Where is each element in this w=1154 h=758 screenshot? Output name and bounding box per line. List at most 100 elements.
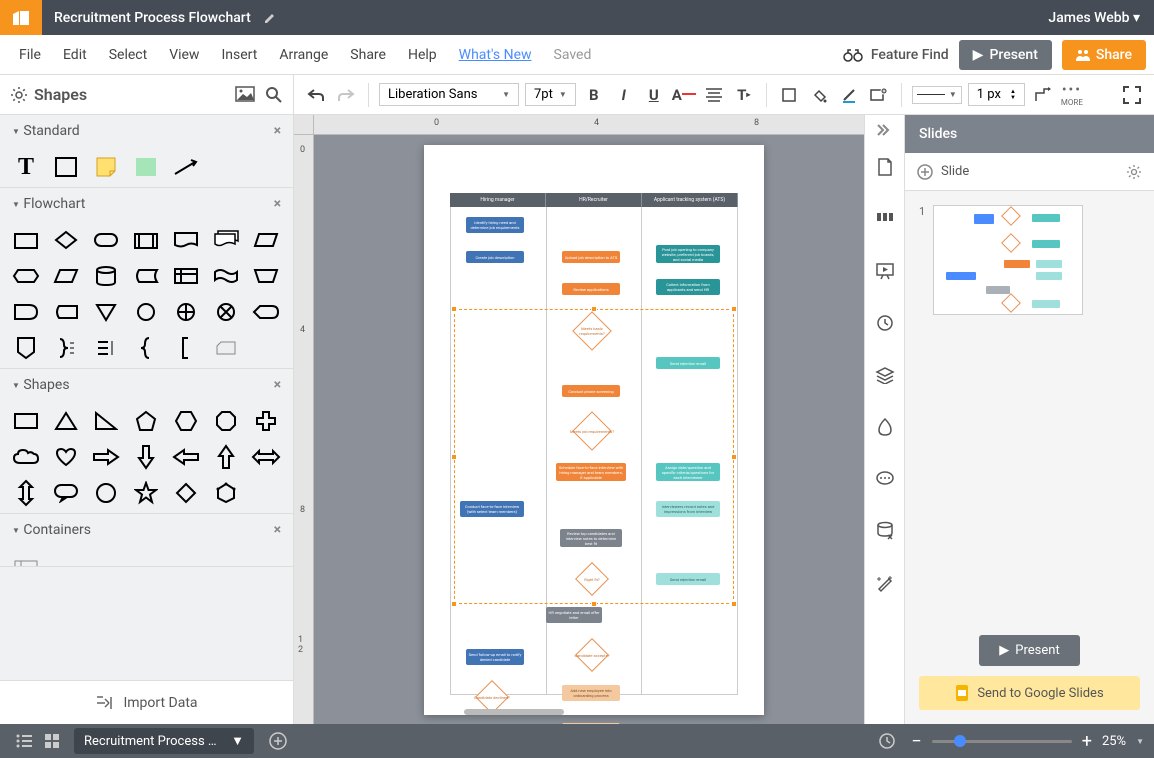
rail-layers-icon[interactable] (873, 363, 897, 387)
shape-arrow-ud[interactable] (10, 479, 42, 507)
user-menu[interactable]: James Webb ▾ (1034, 10, 1154, 26)
flowchart-card[interactable] (210, 334, 242, 362)
close-icon[interactable]: × (274, 123, 281, 139)
line-routing-icon[interactable] (1031, 83, 1055, 107)
fc-box-5[interactable]: Review applications (562, 283, 620, 295)
shape-arrow-lr[interactable] (250, 443, 282, 471)
undo-icon[interactable] (304, 83, 328, 107)
fc-box-17[interactable]: Add new employee into onboarding process (562, 685, 620, 701)
shape-arrow[interactable] (170, 153, 202, 181)
search-icon[interactable] (265, 86, 283, 104)
flowchart-connector[interactable] (130, 298, 162, 326)
fc-box-9[interactable]: Schedule face-to-face interview with hir… (556, 463, 626, 481)
flowchart-bracket[interactable] (170, 334, 202, 362)
flowchart-display[interactable] (250, 298, 282, 326)
send-to-gslides-button[interactable]: Send to Google Slides (919, 676, 1140, 710)
rail-page-icon[interactable] (873, 155, 897, 179)
bold-icon[interactable]: B (582, 83, 606, 107)
fc-box-6[interactable]: Collect information from applicants and … (656, 279, 720, 295)
fc-box-1[interactable]: Identify hiring need and determine job r… (466, 217, 524, 233)
shape-octagon[interactable] (210, 407, 242, 435)
flowchart-multidoc[interactable] (210, 226, 242, 254)
flowchart-note[interactable] (90, 334, 122, 362)
flowchart-delay[interactable] (10, 298, 42, 326)
import-data-button[interactable]: Import Data (0, 680, 293, 724)
add-page-icon[interactable] (264, 727, 292, 755)
shape-diamond[interactable] (170, 479, 202, 507)
fc-box-10[interactable]: Assign date/question and specific criter… (656, 463, 720, 481)
flowchart-preparation[interactable] (10, 262, 42, 290)
flowchart-decision[interactable] (50, 226, 82, 254)
rail-chat-icon[interactable] (873, 467, 897, 491)
shape-text[interactable]: T (10, 153, 42, 181)
rail-comment-icon[interactable] (873, 207, 897, 231)
shape-rect[interactable] (50, 153, 82, 181)
shape-star[interactable] (130, 479, 162, 507)
section-shapes-header[interactable]: ▼ Shapes× (0, 369, 293, 401)
shape-arrow-down[interactable] (130, 443, 162, 471)
zoom-slider[interactable] (932, 740, 1072, 743)
more-tools[interactable]: •••MORE (1061, 82, 1083, 107)
menu-insert[interactable]: Insert (210, 47, 268, 63)
flowchart-sum[interactable] (210, 298, 242, 326)
flowchart-document[interactable] (170, 226, 202, 254)
menu-arrange[interactable]: Arrange (268, 47, 339, 63)
feature-find[interactable]: Feature Find (843, 47, 949, 63)
add-slide-icon[interactable] (917, 164, 933, 180)
canvas[interactable]: 0 4 8 0 4 8 1 2 Hiring manager HR/Recrui… (294, 115, 864, 724)
container-swimlane[interactable] (10, 552, 42, 566)
app-logo[interactable] (0, 0, 42, 35)
flowchart-predefined[interactable] (130, 226, 162, 254)
rail-magic-icon[interactable] (873, 571, 897, 595)
flowchart-merge[interactable] (90, 298, 122, 326)
document-tab[interactable]: Recruitment Process Fl…▼ (74, 728, 254, 754)
fullscreen-icon[interactable] (1120, 83, 1144, 107)
shape-pentagon[interactable] (130, 407, 162, 435)
shape-right-triangle[interactable] (90, 407, 122, 435)
fc-box-13[interactable]: Review top candidates and interview note… (560, 529, 622, 547)
share-button[interactable]: Share (1062, 40, 1146, 70)
shape-block[interactable] (130, 153, 162, 181)
rail-present-icon[interactable] (873, 259, 897, 283)
slide-thumbnail[interactable] (933, 205, 1083, 315)
flowchart-terminator[interactable] (90, 226, 122, 254)
menu-share[interactable]: Share (339, 47, 397, 63)
align-icon[interactable] (702, 83, 726, 107)
fc-box-3[interactable]: Upload job description to ATS (562, 251, 620, 263)
outline-view-icon[interactable] (10, 727, 38, 755)
menu-whats-new[interactable]: What's New (448, 47, 543, 63)
shape-triangle[interactable] (50, 407, 82, 435)
flowchart-storage[interactable] (130, 262, 162, 290)
shape-note[interactable] (90, 153, 122, 181)
section-flowchart-header[interactable]: ▼ Flowchart× (0, 188, 293, 220)
flowchart-data[interactable] (50, 262, 82, 290)
shape-arrow-right[interactable] (90, 443, 122, 471)
line-style-select[interactable]: ▼ (912, 86, 962, 104)
flowchart-tape[interactable] (210, 262, 242, 290)
collapse-panel-icon[interactable] (873, 123, 891, 137)
redo-icon[interactable] (334, 83, 358, 107)
edit-title-icon[interactable] (263, 11, 277, 25)
zoom-slider-thumb[interactable] (954, 735, 966, 747)
close-icon[interactable]: × (274, 522, 281, 538)
flowchart-brace-right[interactable] (50, 334, 82, 362)
flowchart-process[interactable] (10, 226, 42, 254)
flowchart-stored[interactable] (50, 298, 82, 326)
flowchart-brace-left[interactable] (130, 334, 162, 362)
slide-settings-icon[interactable] (1126, 164, 1142, 180)
menu-file[interactable]: File (8, 47, 52, 63)
fc-box-8[interactable]: Conduct phone screening (562, 385, 620, 397)
menu-edit[interactable]: Edit (52, 47, 98, 63)
shape-arrow-left[interactable] (170, 443, 202, 471)
panel-present-button[interactable]: ▶ Present (979, 635, 1079, 666)
close-icon[interactable]: × (274, 377, 281, 393)
shape-callout[interactable] (50, 479, 82, 507)
underline-icon[interactable]: U (642, 83, 666, 107)
fc-box-11[interactable]: Conduct face-to-face interview (with sel… (460, 501, 524, 517)
menu-view[interactable]: View (158, 47, 210, 63)
image-icon[interactable] (235, 86, 255, 104)
shape-cloud[interactable] (10, 443, 42, 471)
shape-hexagon[interactable] (170, 407, 202, 435)
swimlane-header-1[interactable]: Hiring manager (450, 193, 546, 207)
zoom-in-icon[interactable]: + (1082, 731, 1092, 752)
